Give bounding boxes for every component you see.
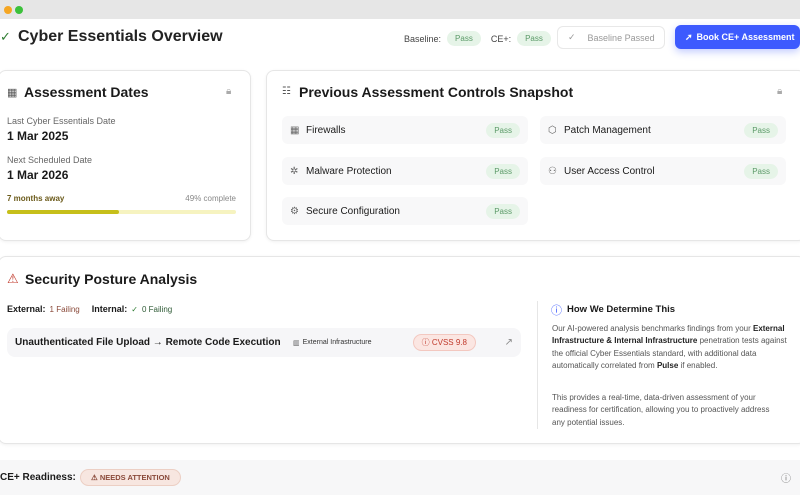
security-posture-card: ⚠ Security Posture Analysis External: 1 …	[0, 256, 800, 444]
warning-icon: ⚠	[7, 271, 19, 286]
external-link-icon[interactable]: ↗	[505, 337, 513, 348]
baseline-label: Baseline:	[404, 33, 442, 44]
status-badge: Pass	[486, 122, 520, 138]
control-secure-configuration: ⚙ Secure Configuration Pass	[282, 197, 528, 225]
external-label: External:	[7, 304, 46, 314]
info-icon: ⓘ	[551, 305, 562, 317]
baseline-passed-label: Baseline Passed	[587, 32, 655, 43]
check-icon: ✓	[131, 305, 138, 314]
check-icon: ✓	[568, 32, 576, 42]
control-firewalls: ▦ Firewalls Pass	[282, 116, 528, 144]
card-title: Security Posture Analysis	[25, 271, 198, 287]
finding-scope: External Infrastructure	[302, 339, 372, 346]
book-button-label: Book CE+ Assessment	[696, 32, 795, 42]
percent-complete: 49% complete	[185, 194, 236, 203]
status-badge: Pass	[744, 122, 778, 138]
info-paragraph-2: This provides a real-time, data-driven a…	[552, 393, 770, 427]
baseline-status-badge: Pass	[447, 31, 481, 46]
control-label: Secure Configuration	[306, 205, 400, 217]
users-icon: ⚇	[548, 165, 557, 177]
control-patch-management: ⬡ Patch Management Pass	[540, 116, 786, 144]
gear-icon: ⚙	[290, 205, 299, 217]
cvss-badge: ⓘ CVSS 9.8	[412, 334, 476, 351]
progress-fill	[7, 210, 120, 214]
firewall-icon: ▦	[290, 124, 300, 136]
building-icon: ▥	[293, 339, 300, 347]
lock-icon: 🔒︎	[226, 86, 232, 97]
external-failing: 1 Failing	[49, 305, 80, 314]
progress-bar	[7, 210, 236, 214]
readiness-label: CE+ Readiness:	[0, 472, 76, 483]
card-title: Assessment Dates	[24, 84, 149, 100]
page-title: Cyber Essentials Overview	[18, 28, 223, 45]
rocket-icon: ➚	[685, 31, 693, 42]
divider	[537, 301, 538, 429]
window-titlebar	[0, 0, 800, 19]
internal-failing: 0 Failing	[141, 305, 173, 314]
package-icon: ⬡	[548, 124, 557, 136]
calendar-icon: ▦	[7, 87, 18, 99]
readiness-bar: CE+ Readiness: ⚠ NEEDS ATTENTION ⓘ	[0, 460, 800, 495]
months-away: 7 months away	[7, 194, 65, 203]
status-badge: Pass	[744, 163, 778, 179]
finding-title: Unauthenticated File Upload → Remote Cod…	[15, 337, 281, 348]
next-date-value: 1 Mar 2026	[7, 168, 69, 182]
control-label: Firewalls	[306, 124, 346, 136]
control-label: User Access Control	[564, 165, 655, 177]
finding-row[interactable]: Unauthenticated File Upload → Remote Cod…	[7, 328, 521, 357]
info-title: How We Determine This	[567, 304, 676, 315]
info-icon[interactable]: ⓘ	[781, 470, 791, 485]
info-paragraph-1: Our AI-powered analysis benchmarks findi…	[552, 324, 787, 370]
last-date-label: Last Cyber Essentials Date	[7, 116, 116, 126]
checklist-icon: ☷	[282, 86, 291, 97]
ceplus-label: CE+:	[490, 33, 512, 44]
readiness-status: NEEDS ATTENTION	[99, 473, 170, 482]
card-title: Previous Assessment Controls Snapshot	[299, 84, 574, 100]
next-date-label: Next Scheduled Date	[7, 155, 93, 165]
status-badge: Pass	[486, 203, 520, 219]
controls-snapshot-card: ☷ Previous Assessment Controls Snapshot …	[266, 70, 800, 241]
assessment-dates-card: ▦ Assessment Dates 🔒︎ Last Cyber Essenti…	[0, 70, 251, 241]
control-malware-protection: ✲ Malware Protection Pass	[282, 157, 528, 185]
control-label: Patch Management	[564, 124, 651, 136]
bug-icon: ✲	[290, 165, 299, 177]
last-date-value: 1 Mar 2025	[7, 129, 69, 143]
internal-label: Internal:	[91, 304, 128, 314]
control-user-access: ⚇ User Access Control Pass	[540, 157, 786, 185]
book-ceplus-assessment-button[interactable]: ➚ Book CE+ Assessment	[675, 25, 800, 49]
readiness-status-badge: ⚠ NEEDS ATTENTION	[80, 469, 181, 486]
control-label: Malware Protection	[306, 165, 392, 177]
double-check-icon: ✓	[0, 29, 11, 44]
baseline-passed-button[interactable]: ✓ Baseline Passed	[557, 26, 665, 49]
maximize-button[interactable]	[15, 6, 23, 14]
lock-icon: 🔒︎	[777, 86, 783, 97]
status-badge: Pass	[486, 163, 520, 179]
cvss-value: CVSS 9.8	[431, 338, 467, 347]
minimize-button[interactable]	[4, 6, 12, 14]
ceplus-status-badge: Pass	[517, 31, 551, 46]
